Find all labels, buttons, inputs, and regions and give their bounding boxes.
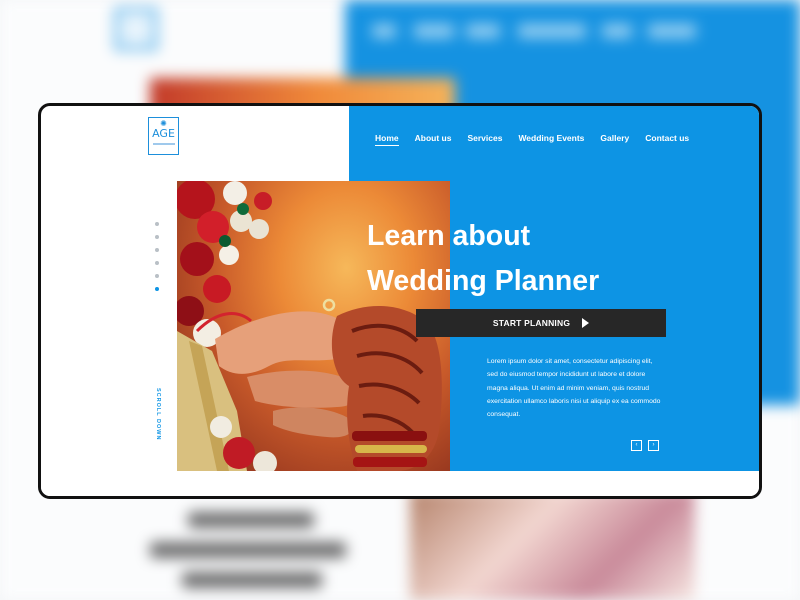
pagination-dot-5[interactable] [155, 274, 159, 278]
browser-window: ✺ AGE Home About us Services Wedding Eve… [38, 103, 762, 499]
pagination-dot-4[interactable] [155, 261, 159, 265]
pagination-dot-2[interactable] [155, 235, 159, 239]
chevron-left-icon[interactable]: ‹ [631, 440, 642, 451]
brand-logo[interactable]: ✺ AGE [148, 117, 179, 155]
slider-controls: ‹ › [631, 440, 659, 451]
play-icon [582, 318, 590, 328]
scroll-down-label: SCROLL DOWN [155, 388, 161, 441]
pagination-dot-1[interactable] [155, 222, 159, 226]
hero-headline-line-2: Wedding Planner [367, 265, 600, 297]
start-planning-label: START PLANNING [492, 318, 571, 328]
logo-text: AGE [152, 127, 175, 140]
logo-tagline-bar [152, 143, 175, 145]
main-nav: Home About us Services Wedding Events Ga… [375, 133, 705, 146]
nav-item-about[interactable]: About us [415, 133, 452, 146]
pagination-dot-3[interactable] [155, 248, 159, 252]
nav-item-services[interactable]: Services [467, 133, 502, 146]
slide-pagination [155, 222, 159, 291]
footer-strip [41, 471, 759, 496]
chevron-right-icon[interactable]: › [648, 440, 659, 451]
nav-item-wedding-events[interactable]: Wedding Events [518, 133, 584, 146]
hero-headline-line-1: Learn about [367, 220, 531, 252]
pagination-dot-6[interactable] [155, 287, 159, 291]
hero-headline: Learn about Wedding Planner [367, 214, 599, 304]
nav-item-home[interactable]: Home [375, 133, 399, 146]
scroll-down-link[interactable]: SCROLL DOWN [152, 388, 164, 451]
nav-item-gallery[interactable]: Gallery [600, 133, 629, 146]
start-planning-button[interactable]: START PLANNING [416, 309, 666, 337]
hero-description: Lorem ipsum dolor sit amet, consectetur … [487, 358, 661, 419]
nav-item-contact[interactable]: Contact us [645, 133, 689, 146]
